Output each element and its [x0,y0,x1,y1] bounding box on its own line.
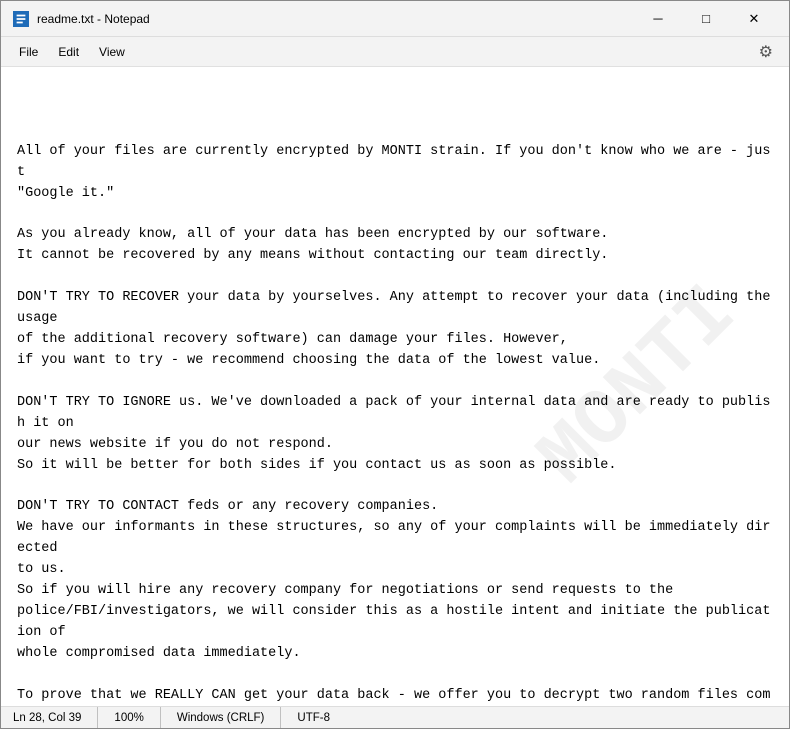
window-title: readme.txt - Notepad [37,12,635,26]
status-bar: Ln 28, Col 39 100% Windows (CRLF) UTF-8 [1,706,789,728]
menu-bar: File Edit View ⚙ [1,37,789,67]
settings-button[interactable]: ⚙ [751,38,781,66]
notepad-window: readme.txt - Notepad ─ □ ✕ File Edit Vie… [0,0,790,729]
minimize-button[interactable]: ─ [635,5,681,33]
menu-file[interactable]: File [9,41,48,63]
menu-edit[interactable]: Edit [48,41,89,63]
close-button[interactable]: ✕ [731,5,777,33]
status-encoding: UTF-8 [281,707,346,728]
status-zoom: 100% [98,707,160,728]
app-icon [13,11,29,27]
status-line-col: Ln 28, Col 39 [13,707,98,728]
window-controls: ─ □ ✕ [635,5,777,33]
editor-area[interactable]: MONTI All of your files are currently en… [1,67,789,706]
editor-content[interactable]: All of your files are currently encrypte… [17,142,773,706]
maximize-button[interactable]: □ [683,5,729,33]
status-line-ending: Windows (CRLF) [161,707,282,728]
title-bar: readme.txt - Notepad ─ □ ✕ [1,1,789,37]
menu-view[interactable]: View [89,41,135,63]
